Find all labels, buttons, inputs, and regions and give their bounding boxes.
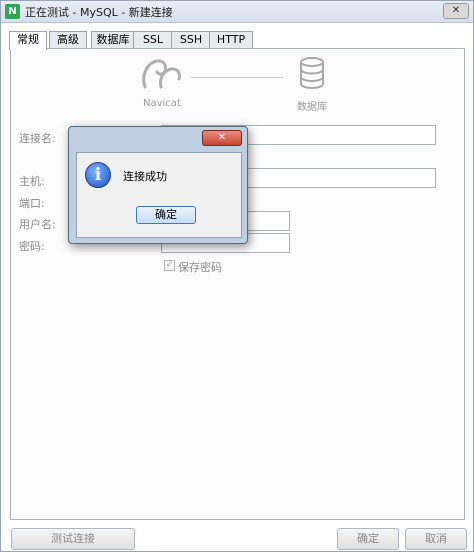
connection-name-label: 连接名: bbox=[19, 132, 56, 145]
dialog-body: i 连接成功 确定 bbox=[76, 152, 242, 238]
navicat-icon: N bbox=[5, 4, 20, 19]
host-label: 主机: bbox=[19, 175, 45, 188]
dialog-close-button[interactable]: ✕ bbox=[202, 130, 242, 146]
ok-button[interactable]: 确定 bbox=[337, 528, 399, 550]
tab-advanced[interactable]: 高级 bbox=[49, 31, 87, 49]
password-label: 密码: bbox=[19, 240, 45, 253]
dialog-ok-button[interactable]: 确定 bbox=[136, 206, 196, 224]
new-connection-window: N 正在测试 - MySQL - 新建连接 ✕ 常规 高级 数据库 SSL SS… bbox=[0, 0, 474, 552]
tab-databases[interactable]: 数据库 bbox=[91, 31, 135, 49]
navicat-caption: Navicat bbox=[143, 98, 181, 109]
dialog-message: 连接成功 bbox=[123, 170, 167, 183]
tab-ssh[interactable]: SSH bbox=[171, 31, 211, 49]
tab-http[interactable]: HTTP bbox=[209, 31, 253, 49]
window-title: 正在测试 - MySQL - 新建连接 bbox=[25, 6, 173, 19]
test-connection-button[interactable]: 测试连接 bbox=[11, 528, 135, 550]
save-password-checkbox[interactable]: ✓ bbox=[164, 260, 175, 271]
port-label: 端口: bbox=[19, 197, 45, 210]
database-caption: 数据库 bbox=[297, 102, 327, 113]
cancel-button[interactable]: 取消 bbox=[405, 528, 467, 550]
save-password-label: 保存密码 bbox=[178, 261, 222, 274]
window-close-button[interactable]: ✕ bbox=[443, 3, 469, 19]
title-bar: N 正在测试 - MySQL - 新建连接 ✕ bbox=[1, 1, 473, 23]
connection-success-dialog: ✕ i 连接成功 确定 bbox=[68, 126, 248, 244]
general-tab-panel bbox=[10, 48, 465, 520]
navicat-logo-icon bbox=[142, 59, 181, 89]
connection-line bbox=[191, 77, 283, 78]
info-icon: i bbox=[85, 162, 111, 188]
database-icon bbox=[300, 57, 324, 89]
tab-ssl[interactable]: SSL bbox=[133, 31, 173, 49]
tab-general[interactable]: 常规 bbox=[9, 31, 47, 50]
username-label: 用户名: bbox=[19, 218, 56, 231]
